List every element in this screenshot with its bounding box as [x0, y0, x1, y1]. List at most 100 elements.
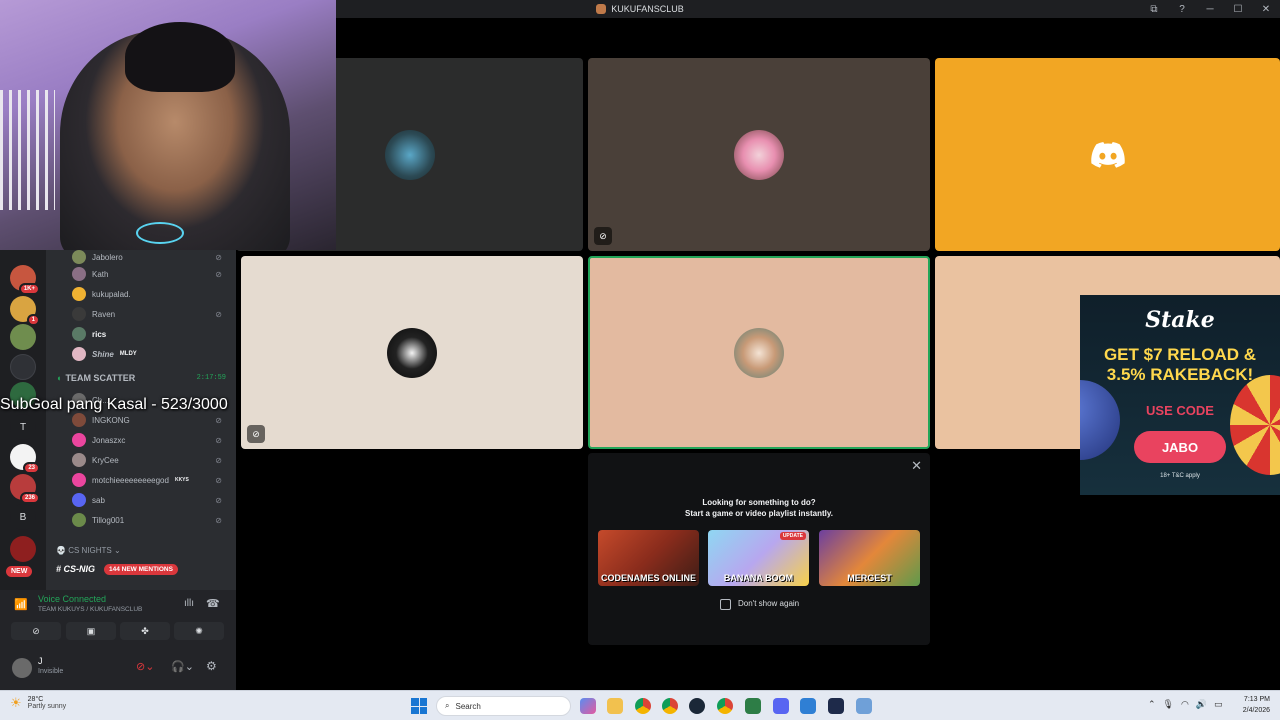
channel-name: TEAM SCATTER [65, 373, 136, 383]
copilot-icon[interactable] [580, 698, 596, 714]
voice-member[interactable]: Raven ⊘ [72, 307, 232, 321]
app-icon[interactable] [828, 698, 844, 714]
help-icon[interactable]: ? [1168, 4, 1196, 15]
voice-member[interactable]: Jonaszxc ⊘ [72, 433, 232, 447]
muted-icon: ⊘ [215, 309, 222, 319]
microphone-icon[interactable]: 🎙 [1163, 699, 1174, 710]
weather-temp: 28°C [27, 696, 44, 703]
server-letter-b[interactable]: B [10, 504, 36, 530]
voice-member[interactable]: Shine MLDY [72, 347, 232, 361]
battery-icon[interactable]: ▭ [1214, 699, 1223, 710]
new-unreads-pill[interactable]: NEW [6, 566, 33, 577]
member-name: KryCee [92, 455, 119, 465]
screen-share-button[interactable]: ▣ [66, 622, 116, 640]
weather-icon: ☀ [10, 695, 22, 710]
game-card-banana-boom[interactable]: UPDATE BANANA BOOM [708, 530, 809, 586]
chrome-icon[interactable] [717, 698, 733, 714]
voice-connected-label[interactable]: Voice Connected [38, 594, 106, 604]
voice-member[interactable]: rics [72, 327, 232, 341]
server-icon[interactable]: 1 [10, 296, 40, 326]
server-icon[interactable] [10, 536, 36, 562]
voice-member[interactable]: motchieeeeeeeeegod KKYS ⊘ [72, 473, 232, 487]
signal-icon[interactable]: 📶 [14, 598, 28, 611]
maximize-button[interactable]: ☐ [1224, 4, 1252, 15]
wifi-icon[interactable]: ◠ [1181, 699, 1189, 710]
game-card-mergest[interactable]: MERGEST [819, 530, 920, 586]
avatar [72, 433, 86, 447]
system-tray: ⌃ 🎙 ◠ 🔊 ▭ [1148, 699, 1223, 710]
participant-tile[interactable] [935, 58, 1280, 251]
voice-member[interactable]: kukupalad. [72, 287, 232, 301]
voice-status-panel: 📶 Voice Connected TEAM KUKUYS / KUKUFANS… [0, 590, 236, 690]
channel-name: CS-NIG [63, 564, 96, 574]
chrome-icon[interactable] [662, 698, 678, 714]
ad-code-button: JABO [1134, 431, 1226, 463]
category-cs-nights[interactable]: 💀 CS NIGHTS ⌄ [56, 546, 121, 555]
disconnect-icon[interactable]: ☎ [206, 597, 220, 610]
close-icon[interactable]: ✕ [911, 458, 922, 474]
clock[interactable]: 7:13 PM 2/4/2026 [1243, 694, 1270, 716]
app-icon[interactable] [745, 698, 761, 714]
avatar[interactable] [12, 658, 32, 678]
server-icon[interactable] [10, 354, 36, 380]
new-mentions-pill[interactable]: 144 NEW MENTIONS [104, 564, 178, 575]
voice-member[interactable]: INGKONG ⊘ [72, 413, 232, 427]
steam-icon[interactable] [689, 698, 705, 714]
participant-tile[interactable]: ⊘ [588, 58, 930, 251]
activity-launcher: ✕ Looking for something to do? Start a g… [588, 453, 930, 645]
file-explorer-icon[interactable] [607, 698, 623, 714]
chevron-up-icon[interactable]: ⌃ [1148, 699, 1156, 710]
noise-suppression-icon[interactable]: ıllı [184, 598, 194, 609]
text-channel-cs-nights[interactable]: # CS-NIG [56, 564, 95, 574]
activities-button[interactable]: ✤ [120, 622, 170, 640]
mic-muted-icon[interactable]: ⊘⌄ [136, 660, 154, 673]
stream-subgoal-overlay: SubGoal pang Kasal - 523/3000 [0, 396, 228, 413]
voice-channel-team-scatter[interactable]: ◖ TEAM SCATTER 2:17:59 [56, 373, 226, 383]
game-card-codenames[interactable]: CODENAMES ONLINE [598, 530, 699, 586]
close-button[interactable]: ✕ [1252, 4, 1280, 15]
server-icon[interactable] [10, 324, 36, 350]
snipping-tool-icon[interactable] [856, 698, 872, 714]
member-name: Raven [92, 309, 116, 319]
chrome-icon[interactable] [635, 698, 651, 714]
minimize-button[interactable]: ─ [1196, 4, 1224, 15]
camera-off-button[interactable]: ⊘ [11, 622, 61, 640]
participant-tile[interactable]: ⊘ [241, 256, 583, 449]
windows-taskbar: ☀ 28°C Partly sunny ⌕ Search ⌃ 🎙 ◠ 🔊 ▭ 7… [0, 690, 1280, 720]
voice-member[interactable]: KryCee ⊘ [72, 453, 232, 467]
voice-member[interactable]: Kath ⊘ [72, 267, 232, 281]
member-name: motchieeeeeeeeegod [92, 475, 169, 485]
voice-member[interactable]: sab ⊘ [72, 493, 232, 507]
headphones-icon[interactable]: 🎧⌄ [171, 660, 194, 673]
notepad-icon[interactable] [800, 698, 816, 714]
volume-icon[interactable]: 🔊 [1196, 699, 1207, 710]
ad-ball-graphic [1080, 380, 1120, 460]
dont-show-checkbox[interactable] [720, 599, 731, 610]
server-letter-t[interactable]: T [10, 414, 36, 440]
voice-member[interactable]: Jabolero ⊘ [72, 250, 232, 264]
mention-badge: 1 [26, 314, 40, 326]
avatar [72, 287, 86, 301]
server-icon[interactable]: 23 [10, 444, 40, 474]
weather-widget[interactable]: ☀ 28°C Partly sunny [10, 695, 66, 711]
soundboard-button[interactable]: ✺ [174, 622, 224, 640]
member-name: sab [92, 495, 105, 505]
guild-tag: MLDY [119, 351, 137, 357]
server-icon[interactable]: 1K+ [10, 265, 40, 295]
sponsor-ad: Stake GET $7 RELOAD & 3.5% RAKEBACK! USE… [1080, 295, 1280, 495]
username[interactable]: J [38, 656, 43, 666]
discord-icon[interactable] [773, 698, 789, 714]
server-icon [596, 4, 607, 14]
update-badge: UPDATE [779, 532, 806, 540]
voice-location[interactable]: TEAM KUKUYS / KUKUFANSCLUB [38, 606, 142, 613]
start-button[interactable] [411, 698, 427, 714]
server-icon[interactable]: 236 [10, 474, 40, 504]
taskbar-search[interactable]: ⌕ Search [436, 696, 571, 716]
muted-icon: ⊘ [215, 435, 222, 445]
discord-logo-icon [1090, 141, 1125, 168]
settings-gear-icon[interactable]: ⚙ [206, 659, 217, 673]
participant-tile-speaking[interactable] [588, 256, 930, 449]
voice-member[interactable]: Tillog001 ⊘ [72, 513, 232, 527]
inbox-icon[interactable]: ⧉ [1140, 4, 1168, 15]
weather-condition: Partly sunny [27, 703, 67, 710]
